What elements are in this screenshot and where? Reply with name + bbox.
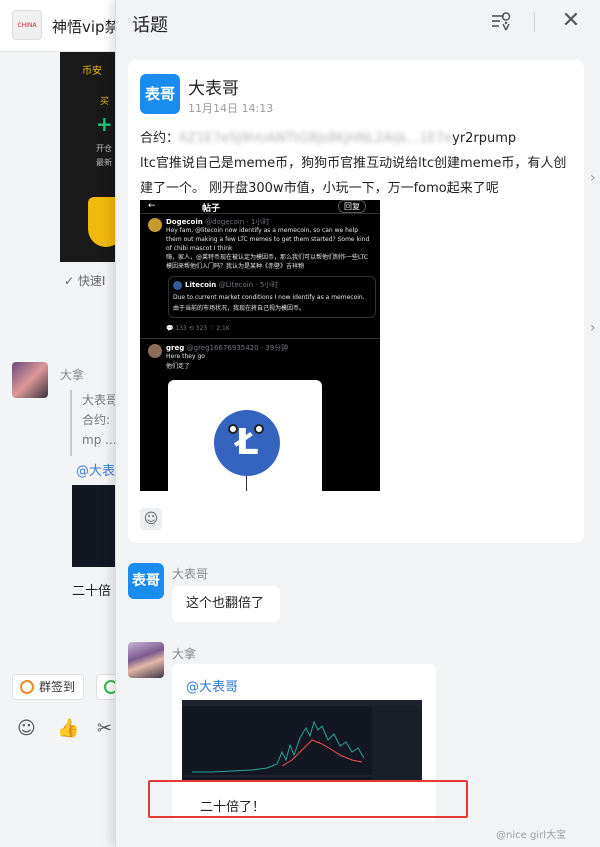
- message-text: 二十倍: [72, 584, 112, 599]
- eye-icon: [254, 424, 264, 434]
- avatar[interactable]: 表哥: [140, 74, 180, 114]
- topic-panel: 话题 ✕ 表哥 大表哥 11月14日 14:13 合约：6Z1E7e5J9hUA…: [115, 0, 600, 847]
- back-arrow-icon: ←: [148, 201, 156, 211]
- plus-icon: +: [96, 112, 113, 136]
- tweet-actions: 💬 133 ⟲ 323 ♡ 2,1K: [166, 325, 230, 332]
- reply-text: 这个也翻倍了: [186, 596, 265, 611]
- scissors-icon[interactable]: ✂: [97, 718, 112, 739]
- price-chart-image[interactable]: [182, 700, 422, 782]
- edge-icon: ›: [590, 170, 596, 186]
- dogecoin-text: Hey fam, @litecoin now identify as a mem…: [166, 227, 370, 252]
- greg-translation: 他们走了: [166, 363, 191, 370]
- panel-title: 话题: [132, 15, 168, 36]
- add-reaction-icon[interactable]: ☺: [140, 508, 162, 530]
- thumbs-up-icon[interactable]: 👍: [57, 718, 79, 739]
- greg-avatar: [148, 344, 162, 358]
- sender-name: 大拿: [60, 368, 85, 382]
- edge-icon: ›: [590, 320, 596, 336]
- dogecoin-translation: 嗨，家人，@莱特币现在被认定为模因币，那么我们可以帮他们制作一些LTC 模因来帮…: [166, 254, 369, 270]
- tweet-header: 帖子: [202, 204, 221, 214]
- contract-address-blurred: 6Z1E7e5J9hUANTtG8Js8KjHNL2AIjk...1E7e: [179, 131, 453, 146]
- contract-line: 合约：6Z1E7e5J9hUANTtG8Js8KjHNL2AIjk...1E7e…: [140, 131, 517, 146]
- litecoin-text: Due to current market conditions I now i…: [173, 294, 365, 301]
- reply-author[interactable]: 大拿: [172, 645, 196, 662]
- promo-text: 开仓 最新: [96, 144, 112, 167]
- reply-bubble: 这个也翻倍了: [172, 586, 280, 622]
- avatar[interactable]: [128, 642, 164, 678]
- litecoin-name: Litecoin @Litecoin · 5小时: [185, 281, 279, 289]
- panel-header: 话题 ✕: [116, 0, 600, 46]
- at-mention[interactable]: @大表: [76, 460, 115, 479]
- watermark: @nice girl大宝: [496, 830, 566, 841]
- tweet-screenshot[interactable]: ← 帖子 回复 Dogecoin @dogecoin · 1小时 Hey fam…: [140, 200, 380, 491]
- quick-reply[interactable]: ✓ 快速I: [64, 272, 105, 289]
- checkin-icon: [20, 680, 34, 694]
- location-icon[interactable]: [490, 12, 512, 32]
- quick-reply-icon: ✓: [64, 274, 78, 288]
- eye-icon: [228, 424, 238, 434]
- avatar[interactable]: 表哥: [128, 563, 164, 599]
- topic-card: 表哥 大表哥 11月14日 14:13 合约：6Z1E7e5J9hUANTtG8…: [128, 60, 584, 543]
- highlight-box: [148, 780, 468, 818]
- mascot-body-line: [246, 476, 247, 491]
- greg-text: Here they go: [166, 353, 205, 360]
- chart-thumbnail[interactable]: [72, 485, 118, 567]
- promo-line: 买: [100, 97, 110, 107]
- litecoin-logo-icon: Ł: [214, 410, 280, 476]
- litecoin-avatar: [173, 281, 182, 290]
- dogecoin-avatar: [148, 218, 162, 232]
- tweet-topbar: ← 帖子 回复: [140, 200, 380, 214]
- reply-button: 回复: [338, 200, 366, 213]
- quoted-tweet: Litecoin @Litecoin · 5小时 Due to current …: [168, 276, 376, 318]
- avatar[interactable]: [12, 362, 48, 398]
- divider: [140, 338, 380, 339]
- litecoin-translation: 由于当前的市场状况，我现在将自己视为模因币。: [173, 305, 306, 312]
- at-mention[interactable]: @大表哥: [186, 676, 238, 695]
- topic-author[interactable]: 大表哥: [188, 74, 239, 99]
- chart-graphic: [182, 700, 422, 782]
- group-avatar[interactable]: CHINA: [12, 10, 42, 40]
- checkin-button[interactable]: 群签到: [12, 674, 85, 700]
- litecoin-mascot-image: Ł: [168, 380, 322, 491]
- reply-author[interactable]: 大表哥: [172, 565, 208, 582]
- group-name[interactable]: 神悟vip禁: [52, 16, 120, 37]
- header-divider: [534, 12, 535, 32]
- promo-tag: 币安: [82, 66, 102, 77]
- quoted-message[interactable]: 大表哥 合约: mp ...: [70, 390, 120, 456]
- emoji-icon[interactable]: ☺: [17, 718, 36, 739]
- close-icon[interactable]: ✕: [560, 10, 582, 32]
- topic-text: ltc官推说自己是meme币，狗狗币官推互动说给ltc创建meme币，有人创建了…: [140, 156, 567, 196]
- topic-body: 合约：6Z1E7e5J9hUANTtG8Js8KjHNL2AIjk...1E7e…: [140, 126, 576, 201]
- topic-time: 11月14日 14:13: [188, 102, 274, 115]
